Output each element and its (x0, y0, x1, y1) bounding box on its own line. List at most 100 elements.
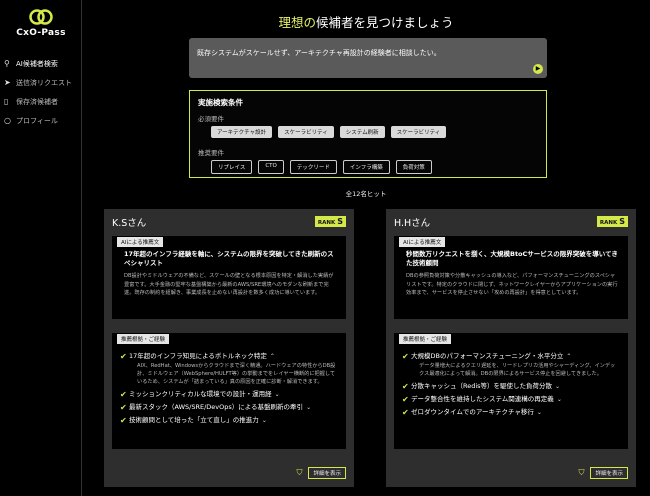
page-title: 理想の候補者を見つけましょう (82, 12, 650, 31)
chevron-down-icon: ⌄ (556, 396, 562, 403)
send-icon: ➤ (4, 78, 11, 87)
ai-recommendation: AIによる推薦文 17年超のインフラ経験を軸に、システムの限界を突破してきた刷新… (112, 236, 346, 319)
sidebar: CxO-Pass ⚲ AI候補者検索 ➤ 送信済リクエスト ▯ 保存済候補者 ○… (0, 0, 82, 496)
logo-icon (29, 9, 53, 25)
check-icon: ✔ (402, 382, 409, 391)
main-content: 理想の候補者を見つけましょう 既存システムがスケールせず、アーキテクチャ再設計の… (82, 0, 650, 496)
required-tag[interactable]: アーキテクチャ設計 (211, 126, 273, 138)
reason-item[interactable]: ✔ ミッションクリティカルな環境での設計・運用経 ⌄ (120, 390, 338, 399)
reason-item[interactable]: ✔ データ整合性を維持したシステム関連構の再定義 ⌄ (402, 395, 620, 404)
card-footer: ⛉ 詳細を表示 (578, 467, 628, 479)
reason-item[interactable]: ✔ 最新スタック（AWS/SRE/DevOps）による基盤刷新の牽引 ⌄ (120, 403, 338, 412)
reason-text: ミッションクリティカルな環境での設計・運用経 (129, 390, 272, 398)
preferred-tag[interactable]: リプレイス (211, 160, 253, 174)
reason-text: ゼロダウンタイムでのアーキテクチャ移行 (411, 408, 534, 416)
candidate-card: H.Hさん RANK S AIによる推薦文 秒間数万リクエストを捌く、大規模Bto… (386, 209, 636, 487)
sidebar-item-label: 保存済候補者 (16, 97, 58, 106)
reasons-label: 推薦根拠・ご経験 (117, 334, 170, 344)
play-icon: ▶ (535, 65, 541, 72)
reasons-label: 推薦根拠・ご経験 (399, 334, 452, 344)
card-footer: ⛉ 詳細を表示 (296, 467, 346, 479)
candidate-name: H.Hさん (394, 217, 431, 229)
reason-text: 分散キャッシュ（Redis等）を駆使した負荷分散 (411, 382, 553, 390)
check-icon: ✔ (402, 408, 409, 417)
logo-text: CxO-Pass (16, 28, 66, 38)
title-accent: 理想の (278, 15, 316, 30)
bookmark-icon[interactable]: ⛉ (296, 468, 302, 478)
sidebar-nav: ⚲ AI候補者検索 ➤ 送信済リクエスト ▯ 保存済候補者 ○ プロフィール (0, 54, 82, 130)
rank-badge: RANK S (596, 216, 628, 227)
chevron-down-icon: ⌄ (536, 409, 542, 416)
check-icon: ✔ (120, 403, 127, 412)
search-conditions-panel: 実施検索条件 必須要件 アーキテクチャ設計 スケーラビリティ システム刷新 スケ… (189, 90, 547, 178)
preferred-tag[interactable]: テックリード (289, 160, 337, 174)
required-tag[interactable]: システム刷新 (339, 126, 385, 138)
show-detail-button[interactable]: 詳細を表示 (590, 467, 628, 479)
sidebar-item-label: プロフィール (16, 116, 58, 125)
person-icon: ○ (4, 116, 11, 125)
sidebar-item-label: 送信済リクエスト (16, 78, 72, 87)
reason-text: 17年超のインフラ知見によるボトルネック特定 (129, 352, 267, 360)
ai-label: AIによる推薦文 (399, 237, 446, 247)
check-icon: ✔ (402, 395, 409, 404)
reason-text: 技術顧問として培った「立て直し」の推進力 (129, 416, 259, 424)
hit-count: 全12名ヒット (345, 190, 387, 198)
reason-text: 最新スタック（AWS/SRE/DevOps）による基盤刷新の牽引 (129, 403, 304, 411)
logo[interactable]: CxO-Pass (0, 8, 82, 38)
ai-body: DBの参照負荷対策や分散キャッシュの導入など、パフォーマンスチューニングのスペシ… (406, 273, 618, 296)
required-tags: アーキテクチャ設計 スケーラビリティ システム刷新 スケーラビリティ (198, 126, 538, 138)
required-tag[interactable]: スケーラビリティ (390, 126, 447, 138)
chevron-down-icon: ⌄ (555, 383, 561, 390)
rank-label: RANK (317, 220, 336, 226)
sidebar-item-ai-search[interactable]: ⚲ AI候補者検索 (0, 54, 82, 73)
sidebar-item-saved-candidates[interactable]: ▯ 保存済候補者 (0, 92, 82, 111)
rank-value: S (337, 217, 343, 226)
bookmark-icon[interactable]: ⛉ (578, 468, 584, 478)
ai-headline: 17年超のインフラ経験を軸に、システムの限界を突破してきた刷新のスペシャリスト (124, 250, 334, 267)
ai-headline: 秒間数万リクエストを捌く、大規模BtoCサービスの限界突破を導いてきた技術顧問 (406, 250, 618, 267)
ai-label: AIによる推薦文 (117, 237, 164, 247)
bookmark-icon: ▯ (4, 97, 9, 106)
check-icon: ✔ (120, 352, 127, 361)
check-icon: ✔ (402, 352, 409, 361)
chevron-up-icon: ⌃ (566, 353, 572, 360)
reason-item[interactable]: ✔ 17年超のインフラ知見によるボトルネック特定 ⌃ (120, 352, 338, 361)
rank-badge: RANK S (314, 216, 346, 227)
chevron-down-icon: ⌄ (306, 404, 312, 411)
required-label: 必須要件 (198, 115, 224, 123)
chevron-down-icon: ⌄ (274, 391, 280, 398)
check-icon: ✔ (120, 390, 127, 399)
preferred-label: 推奨要件 (198, 149, 224, 157)
preferred-tags: リプレイス CTO テックリード インフラ構築 負荷対策 (198, 160, 538, 174)
query-input[interactable]: 既存システムがスケールせず、アーキテクチャ再設計の経験者に相談したい。 ▶ (189, 38, 547, 78)
show-detail-button[interactable]: 詳細を表示 (308, 467, 346, 479)
recommendation-reasons: 推薦根拠・ご経験 ✔ 大規模DBのパフォーマンスチューニング・水平分立 ⌃ データ量… (394, 333, 628, 449)
reason-text: 大規模DBのパフォーマンスチューニング・水平分立 (411, 352, 564, 360)
preferred-tag[interactable]: CTO (258, 160, 284, 174)
reason-item[interactable]: ✔ 技術顧問として培った「立て直し」の推進力 ⌄ (120, 416, 338, 425)
reason-text: データ整合性を維持したシステム関連構の再定義 (411, 395, 554, 403)
reason-item[interactable]: ✔ ゼロダウンタイムでのアーキテクチャ移行 ⌄ (402, 408, 620, 417)
query-text: 既存システムがスケールせず、アーキテクチャ再設計の経験者に相談したい。 (197, 49, 441, 57)
sidebar-item-profile[interactable]: ○ プロフィール (0, 111, 82, 130)
preferred-tag[interactable]: インフラ構築 (342, 160, 390, 174)
chevron-down-icon: ⌄ (261, 417, 267, 424)
search-person-icon: ⚲ (4, 59, 10, 68)
title-rest: 候補者を見つけましょう (316, 15, 454, 30)
required-tag[interactable]: スケーラビリティ (278, 126, 334, 138)
card-header: H.Hさん RANK S (394, 209, 628, 234)
candidate-card: K.Sさん RANK S AIによる推薦文 17年超のインフラ経験を軸に、システム… (104, 209, 354, 487)
check-icon: ✔ (120, 416, 127, 425)
send-button[interactable]: ▶ (533, 64, 543, 74)
chevron-up-icon: ⌃ (269, 353, 275, 360)
reason-detail: データ量増大によるクエリ遅延を、リードレプリカ活用やシャーディング、インデックス… (419, 363, 616, 377)
preferred-tag[interactable]: 負荷対策 (395, 160, 432, 174)
candidate-name: K.Sさん (112, 217, 147, 229)
recommendation-reasons: 推薦根拠・ご経験 ✔ 17年超のインフラ知見によるボトルネック特定 ⌃ AIX、Re… (112, 333, 346, 449)
sidebar-item-sent-requests[interactable]: ➤ 送信済リクエスト (0, 73, 82, 92)
reason-item[interactable]: ✔ 分散キャッシュ（Redis等）を駆使した負荷分散 ⌄ (402, 382, 620, 391)
rank-label: RANK (599, 220, 618, 226)
card-header: K.Sさん RANK S (112, 209, 346, 234)
rank-value: S (619, 217, 625, 226)
reason-item[interactable]: ✔ 大規模DBのパフォーマンスチューニング・水平分立 ⌃ (402, 352, 620, 361)
